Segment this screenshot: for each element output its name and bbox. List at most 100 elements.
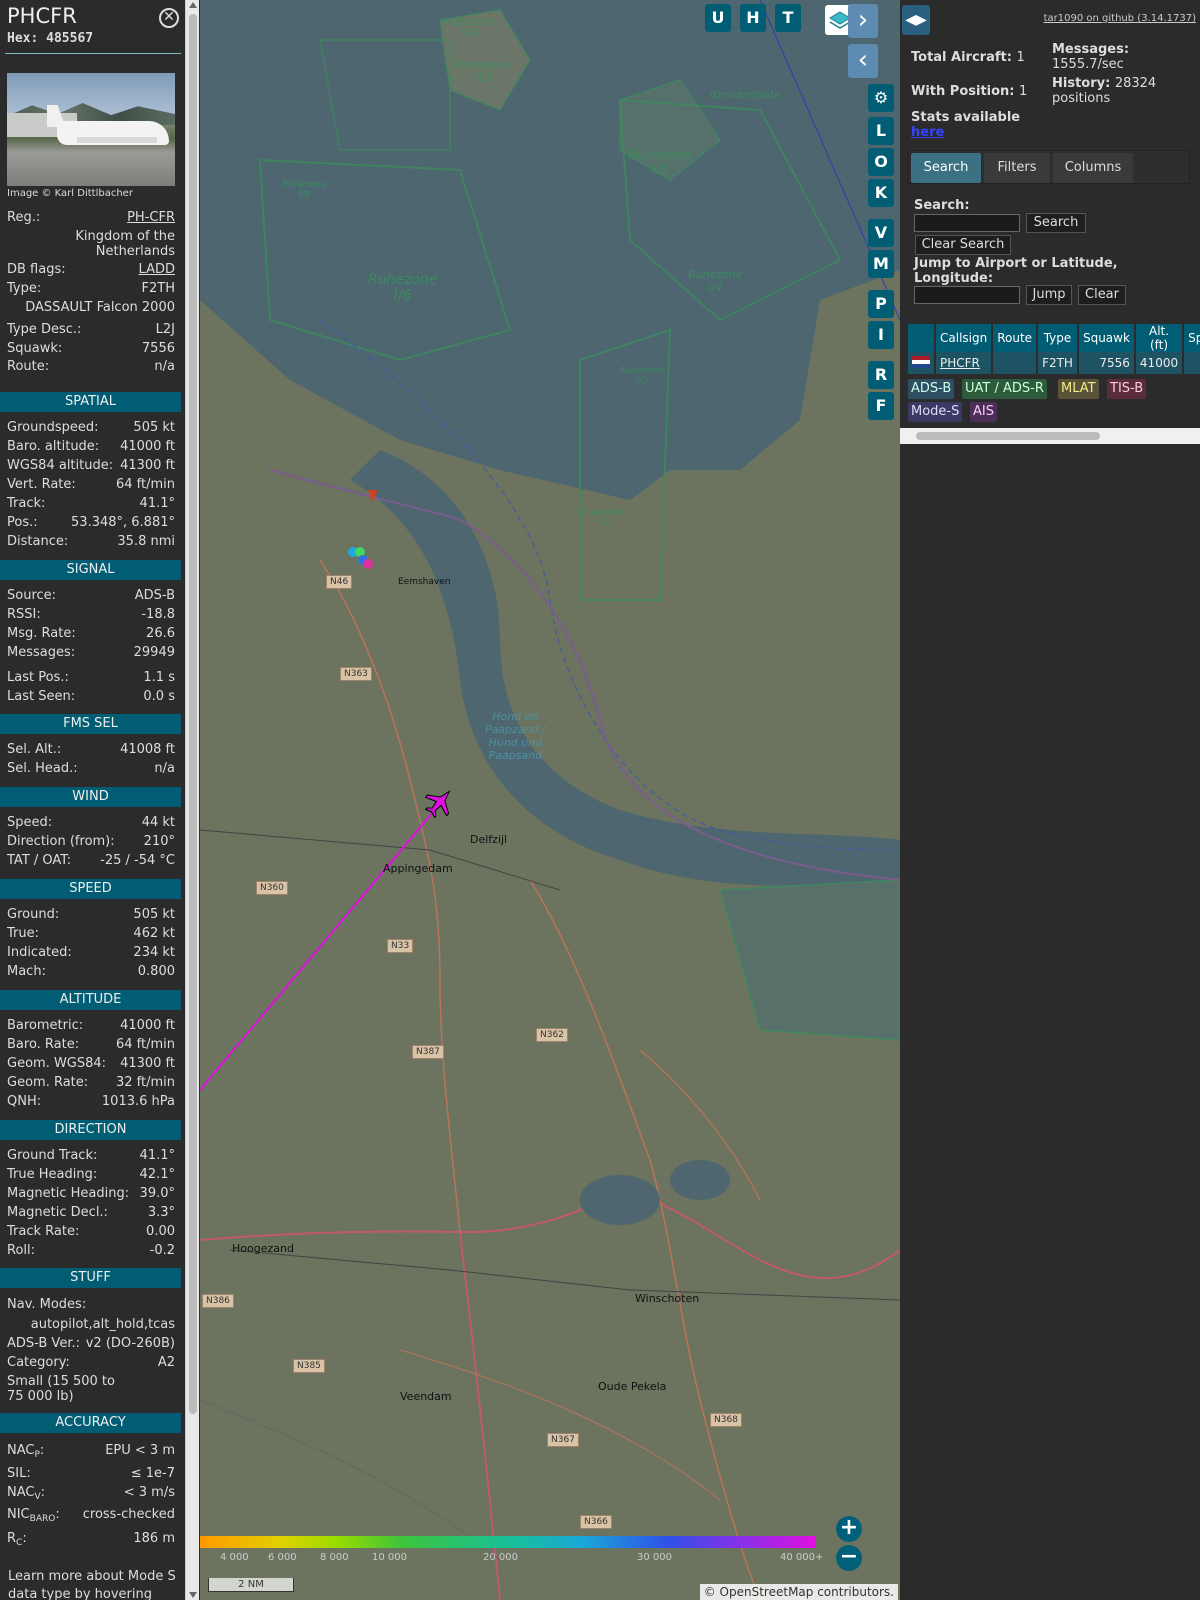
section-header-accuracy: ACCURACY — [0, 1413, 181, 1433]
altitude-row-value: 41300 ft — [120, 1056, 175, 1071]
direction-row: Roll: -0.2 — [7, 1243, 175, 1261]
chevron-right-icon[interactable]: › — [848, 4, 878, 38]
speed-row: True: 462 kt — [7, 926, 175, 944]
row-route — [992, 352, 1039, 374]
source-badge-tisb[interactable]: TIS-B — [1107, 379, 1147, 399]
aircraft-info-panel: PHCFR Hex: 485567 ✕ Image © Karl Dittlba… — [0, 0, 185, 1600]
github-link[interactable]: tar1090 on github (3.14.1737) — [1044, 13, 1196, 24]
source-badge-ais[interactable]: AIS — [970, 402, 997, 422]
zone-label: Ruhezone I/6 — [368, 272, 438, 304]
altitude-row-value: 32 ft/min — [115, 1075, 175, 1090]
direction-row-value: 3.3° — [147, 1205, 175, 1220]
category-desc: Small (15 500 to 75 000 lb) — [7, 1374, 115, 1404]
place-label: Winschoten — [635, 1292, 700, 1305]
map-view[interactable]: Ruhezone I/14 Ruhezone I/13 Ruhezone I/5 Ru… — [200, 0, 900, 1600]
map-button-f[interactable]: F — [868, 392, 894, 420]
map-button-l[interactable]: L — [868, 117, 894, 145]
close-icon[interactable]: ✕ — [159, 8, 179, 28]
tab-bar: Search Filters Columns — [908, 150, 1190, 184]
altitude-scale-label: 6 000 — [268, 1552, 297, 1563]
nacv-value: < 3 m/s — [123, 1485, 175, 1500]
map-button-p[interactable]: P — [868, 290, 894, 318]
section-header-fms: FMS SEL — [0, 714, 181, 734]
place-label: Eemshaven — [398, 577, 451, 587]
tab-filters[interactable]: Filters — [984, 153, 1050, 183]
column-header-route[interactable]: Route — [992, 324, 1039, 352]
squawk-row: Squawk: 7556 — [7, 341, 175, 359]
aircraft-table: Callsign Route Type Squawk Alt. (ft) Spd… — [908, 324, 1200, 374]
route-value: n/a — [154, 359, 175, 374]
dbflags-link[interactable]: LADD — [139, 262, 175, 277]
chevron-left-icon[interactable]: ‹ — [848, 44, 878, 78]
column-header-callsign[interactable]: Callsign — [935, 324, 994, 352]
map-button-u[interactable]: U — [705, 4, 731, 32]
direction-row: True Heading: 42.1° — [7, 1167, 175, 1185]
direction-row-label: Magnetic Heading: — [7, 1186, 130, 1201]
column-header-type[interactable]: Type — [1037, 324, 1079, 352]
map-button-h[interactable]: H — [740, 4, 766, 32]
altitude-scale-label: 30 000 — [637, 1552, 672, 1563]
map-button-o[interactable]: O — [868, 148, 894, 176]
map-button-m[interactable]: M — [868, 250, 894, 278]
section-header-direction: DIRECTION — [0, 1120, 181, 1140]
altitude-scale-label: 40 000+ — [780, 1552, 824, 1563]
source-badge-mlat[interactable]: MLAT — [1058, 379, 1099, 399]
gear-icon[interactable]: ⚙ — [868, 84, 894, 112]
map-button-i[interactable]: I — [868, 321, 894, 349]
signal-row-label: Messages: — [7, 645, 76, 660]
stats-link[interactable]: here — [911, 125, 944, 140]
direction-row: Track Rate: 0.00 — [7, 1224, 175, 1242]
road-label: N46 — [326, 575, 353, 589]
map-attribution[interactable]: © OpenStreetMap contributors. — [699, 1584, 898, 1600]
speed-row-label: Mach: — [7, 964, 46, 979]
map-button-r[interactable]: R — [868, 361, 894, 389]
column-header-squawk[interactable]: Squawk — [1077, 324, 1136, 352]
source-badge-uat[interactable]: UAT / ADS-R — [962, 379, 1047, 399]
table-row[interactable]: PHCFR F2TH 7556 41000 — [908, 352, 1200, 374]
dbflags-label: DB flags: — [7, 262, 66, 277]
fms-row-value: n/a — [154, 761, 175, 776]
zone-label: Ruhezone I/4 — [688, 268, 743, 294]
category-value: A2 — [157, 1355, 175, 1370]
table-horizontal-scrollbar[interactable] — [900, 428, 1200, 444]
zoom-out-button[interactable]: − — [836, 1545, 862, 1571]
expand-panel-icon[interactable]: ◀▶ — [902, 5, 930, 35]
reg-link[interactable]: PH-CFR — [127, 210, 175, 225]
aircraft-photo[interactable] — [7, 73, 175, 186]
map-button-v[interactable]: V — [868, 219, 894, 247]
typedesc-label: Type Desc.: — [7, 322, 82, 337]
right-panel: ◀▶ tar1090 on github (3.14.1737) Total A… — [900, 0, 1200, 1600]
zoom-in-button[interactable]: + — [836, 1516, 862, 1542]
reg-row: Reg.: PH-CFR — [7, 210, 175, 228]
spatial-row-value: 64 ft/min — [115, 477, 175, 492]
tab-search[interactable]: Search — [911, 153, 981, 183]
source-badge-modes[interactable]: Mode-S — [908, 402, 963, 422]
spatial-row: Distance: 35.8 nmi — [7, 534, 175, 552]
column-header-altitude[interactable]: Alt. (ft) — [1134, 324, 1185, 352]
water-label: Itzendorfplate — [710, 90, 781, 101]
route-row: Route: n/a — [7, 359, 175, 377]
speed-row-label: True: — [7, 926, 39, 941]
divider — [5, 53, 181, 54]
dbflags-row: DB flags: LADD — [7, 262, 175, 280]
aircraft-marker[interactable] — [420, 782, 460, 822]
search-button[interactable]: Search — [1026, 213, 1086, 233]
search-input[interactable] — [914, 214, 1020, 232]
jump-button[interactable]: Jump — [1026, 285, 1072, 305]
tab-columns[interactable]: Columns — [1053, 153, 1133, 183]
jump-input[interactable] — [914, 286, 1020, 304]
column-header-speed[interactable]: Spd. — [1183, 324, 1200, 352]
wind-row-label: Speed: — [7, 815, 53, 830]
signal-row: RSSI: -18.8 — [7, 607, 175, 625]
info-panel-scrollbar[interactable] — [185, 0, 199, 1600]
clear-jump-button[interactable]: Clear — [1078, 285, 1126, 305]
map-button-k[interactable]: K — [868, 179, 894, 207]
road-label: N363 — [340, 667, 372, 681]
source-badge-adsb[interactable]: ADS-B — [908, 379, 955, 399]
road-label: N360 — [256, 881, 288, 895]
clear-search-button[interactable]: Clear Search — [915, 235, 1011, 255]
spatial-row-value: 53.348°, 6.881° — [71, 515, 175, 530]
map-button-t[interactable]: T — [775, 4, 801, 32]
spatial-row-value: 505 kt — [133, 420, 175, 435]
row-callsign[interactable]: PHCFR — [935, 352, 994, 374]
